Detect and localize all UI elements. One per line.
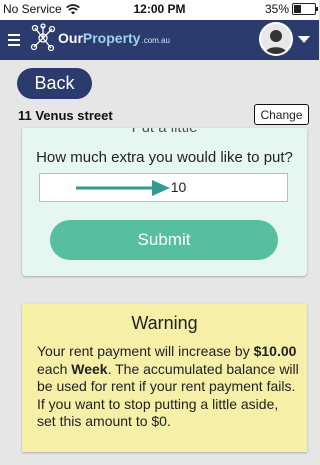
warning-message: Your rent payment will increase by $10.0… [37, 343, 299, 431]
warning-period: Week [71, 360, 108, 377]
battery-percent: 35% [264, 2, 289, 16]
top-navbar: OurProperty.com.au [0, 20, 319, 60]
status-bar: No Service 12:00 PM 35% [0, 0, 319, 20]
warning-amount: $10.00 [253, 343, 297, 359]
user-avatar[interactable] [259, 22, 293, 56]
battery-fill [294, 5, 301, 13]
warning-text-part: Your rent payment will increase by [37, 343, 254, 359]
card-title: Put a little [22, 128, 307, 136]
property-address: 11 Venus street [18, 108, 113, 123]
put-aside-card: Put a little How much extra you would li… [22, 128, 307, 276]
chevron-down-icon[interactable] [298, 36, 310, 43]
molecule-logo-icon [30, 23, 56, 52]
back-button[interactable]: Back [17, 68, 92, 99]
logo-wordmark: OurProperty.com.au [58, 30, 170, 46]
battery-icon [292, 3, 318, 15]
warning-box: Warning Your rent payment will increase … [22, 304, 307, 452]
change-address-button[interactable]: Change [254, 104, 309, 125]
logo-prefix: Our [58, 30, 83, 46]
menu-icon[interactable] [8, 34, 20, 46]
warning-title: Warning [131, 313, 198, 333]
logo-domain: .com.au [141, 36, 170, 45]
status-right: 35% [264, 2, 318, 16]
brand-logo[interactable]: OurProperty.com.au [30, 23, 170, 53]
arrow-right-icon [76, 180, 170, 196]
submit-button[interactable]: Submit [50, 220, 278, 260]
amount-question: How much extra you would like to put? [36, 149, 293, 166]
warning-text-part: each [37, 360, 72, 377]
logo-highlight: Property [82, 30, 141, 46]
user-silhouette-icon [265, 30, 287, 54]
